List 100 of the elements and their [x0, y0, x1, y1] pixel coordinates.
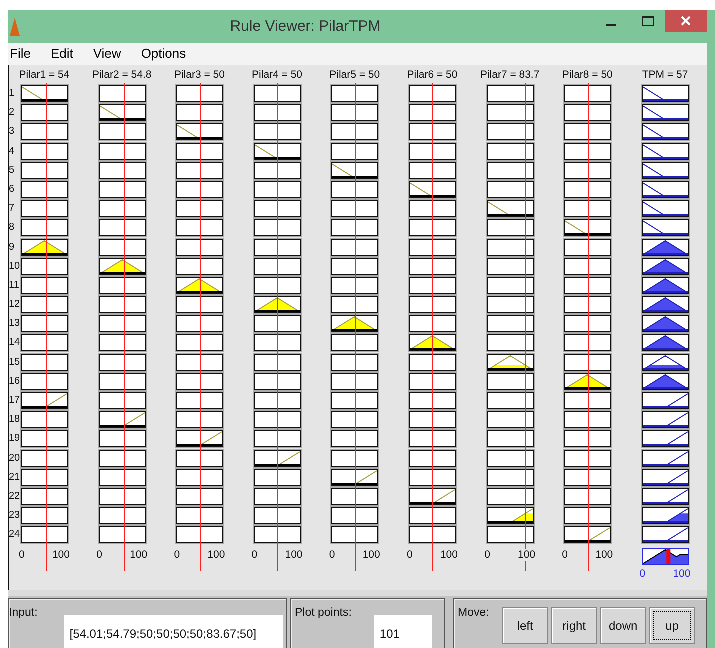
- input-value-line[interactable]: [200, 83, 201, 571]
- input-label: Pilar1 = 54: [19, 68, 70, 83]
- axis-tick: 0: [96, 548, 102, 560]
- membership-plot: [254, 238, 301, 256]
- membership-plot: [408, 468, 456, 486]
- membership-plot: [254, 219, 301, 236]
- membership-plot: [331, 450, 378, 467]
- membership-plot: [98, 468, 146, 486]
- membership-plot: [408, 450, 456, 467]
- membership-plot: [408, 258, 456, 275]
- membership-plot: [176, 450, 224, 467]
- membership-plot: [331, 334, 378, 352]
- rule-number: 24: [9, 528, 20, 542]
- axis-tick: 0: [640, 568, 646, 580]
- membership-plot: [254, 180, 301, 198]
- membership-plot: [564, 372, 612, 390]
- axis-tick: 100: [518, 548, 536, 560]
- membership-plot: [642, 430, 689, 448]
- membership-plot: [564, 104, 612, 122]
- membership-plot: [21, 85, 68, 102]
- input-label: Pilar3 = 50: [174, 68, 225, 83]
- move-button[interactable]: up: [649, 607, 696, 644]
- plot-points-label: Plot points:: [295, 607, 352, 619]
- membership-plot: [254, 200, 301, 218]
- rule-number: 11: [9, 278, 20, 293]
- membership-plot: [254, 392, 301, 409]
- input-value-line[interactable]: [46, 83, 48, 571]
- membership-plot: [21, 162, 68, 179]
- menu-item[interactable]: View: [93, 46, 122, 62]
- membership-plot: [642, 354, 689, 371]
- membership-plot: [98, 450, 146, 467]
- membership-plot: [408, 104, 456, 122]
- input-label: Pilar5 = 50: [330, 68, 380, 83]
- plot-points-field[interactable]: 101: [374, 615, 432, 648]
- membership-plot: [331, 219, 378, 236]
- membership-plot: [564, 200, 612, 218]
- membership-plot: [21, 142, 68, 160]
- axis-tick: 0: [484, 548, 490, 560]
- input-field[interactable]: [54.01;54.79;50;50;50;50;83.67;50]: [64, 615, 283, 648]
- membership-plot: [21, 258, 68, 275]
- membership-plot: [21, 354, 68, 371]
- membership-plot: [486, 276, 534, 294]
- membership-plot: [642, 142, 689, 160]
- membership-plot: [564, 526, 612, 544]
- membership-plot: [642, 85, 689, 102]
- app-logo-icon: [10, 18, 20, 36]
- input-value-line[interactable]: [588, 83, 589, 571]
- membership-plot: [254, 142, 301, 160]
- membership-plot: [564, 276, 612, 294]
- rule-number: 12: [9, 298, 20, 312]
- membership-plot: [564, 488, 612, 505]
- membership-plot: [176, 180, 224, 198]
- menu-item[interactable]: Edit: [50, 46, 74, 62]
- rule-number: 20: [9, 452, 20, 466]
- membership-plot: [331, 200, 378, 218]
- membership-plot: [642, 468, 689, 486]
- membership-plot: [486, 430, 534, 448]
- membership-plot: [254, 430, 301, 448]
- membership-plot: [98, 315, 146, 332]
- membership-plot: [564, 411, 612, 428]
- membership-plot: [254, 258, 301, 275]
- membership-plot: [408, 334, 456, 352]
- membership-plot: [21, 411, 68, 428]
- rule-number: 18: [9, 413, 20, 428]
- membership-plot: [486, 162, 534, 179]
- membership-plot: [21, 296, 68, 314]
- close-button[interactable]: [665, 10, 707, 32]
- membership-plot: [176, 258, 224, 275]
- membership-plot: [642, 488, 689, 505]
- membership-plot: [564, 180, 612, 198]
- membership-plot: [564, 430, 612, 448]
- membership-plot: [98, 258, 146, 275]
- membership-plot: [564, 219, 612, 236]
- membership-plot: [176, 104, 224, 122]
- axis-tick: 100: [362, 548, 380, 560]
- membership-plot: [564, 507, 612, 524]
- membership-plot: [176, 200, 224, 218]
- menu-item[interactable]: File: [10, 46, 31, 62]
- move-button[interactable]: left: [502, 607, 548, 644]
- membership-plot: [176, 276, 224, 294]
- membership-plot: [486, 258, 534, 275]
- membership-plot: [98, 219, 146, 236]
- membership-plot: [642, 219, 689, 236]
- move-button[interactable]: down: [600, 607, 646, 644]
- axis-tick: 0: [19, 548, 25, 560]
- membership-plot: [98, 354, 146, 371]
- membership-plot: [564, 238, 612, 256]
- move-button[interactable]: right: [551, 607, 598, 644]
- move-label: Move:: [458, 607, 490, 619]
- input-value-line[interactable]: [277, 83, 278, 571]
- input-value-line[interactable]: [525, 83, 526, 571]
- menu-item[interactable]: Options: [141, 46, 186, 62]
- membership-plot: [408, 200, 456, 218]
- membership-plot: [408, 372, 456, 390]
- membership-plot: [176, 430, 224, 448]
- rule-number: 7: [9, 202, 16, 216]
- input-value-line[interactable]: [354, 83, 356, 571]
- membership-plot: [486, 85, 534, 102]
- input-value-line[interactable]: [124, 83, 126, 571]
- input-value-line[interactable]: [432, 83, 434, 571]
